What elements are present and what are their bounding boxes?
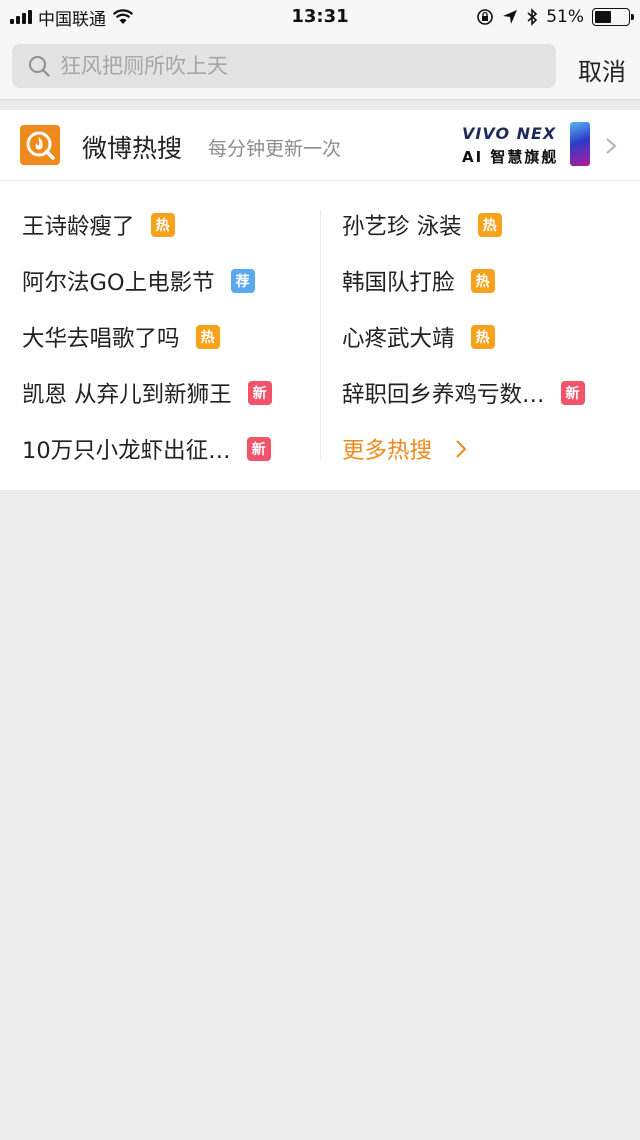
- hot-item-left-5[interactable]: 10万只小龙虾出征… 新: [22, 429, 271, 469]
- hot-search-title: 微博热搜: [82, 134, 183, 163]
- bluetooth-icon: [527, 8, 538, 26]
- hot-badge: 热: [195, 325, 220, 349]
- cancel-button[interactable]: 取消: [578, 52, 626, 87]
- chevron-right-icon: [456, 440, 467, 458]
- hot-item-label: 阿尔法GO上电影节: [22, 270, 215, 296]
- hot-item-right-3[interactable]: 心疼武大靖 热: [342, 317, 495, 357]
- column-divider: [320, 210, 321, 460]
- hot-item-left-1[interactable]: 王诗龄瘦了 热: [22, 205, 175, 245]
- ad-line1: VIVO NEX: [462, 124, 557, 143]
- hot-item-label: 凯恩 从弃儿到新狮王: [22, 382, 232, 408]
- hot-item-right-4[interactable]: 辞职回乡养鸡亏数… 新: [342, 373, 585, 413]
- hot-item-label: 辞职回乡养鸡亏数…: [342, 382, 545, 408]
- search-icon: [29, 56, 50, 77]
- hot-item-left-4[interactable]: 凯恩 从弃儿到新狮王 新: [22, 373, 272, 413]
- status-bar: 中国联通 13:31 51%: [0, 0, 640, 34]
- hot-item-label: 孙艺珍 泳装: [342, 214, 462, 240]
- more-hot-search-link[interactable]: 更多热搜: [342, 429, 468, 469]
- chevron-right-icon[interactable]: [604, 136, 618, 156]
- lock-rotation-icon: [477, 9, 494, 25]
- hot-item-label: 心疼武大靖: [342, 326, 455, 352]
- hot-search-card: 微博热搜 每分钟更新一次 VIVO NEX AI 智慧旗舰 王诗龄瘦了 热 阿尔…: [0, 110, 640, 490]
- recommend-badge: 荐: [230, 269, 255, 293]
- ad-line2: AI 智慧旗舰: [462, 148, 559, 166]
- hot-search-header: 微博热搜 每分钟更新一次 VIVO NEX AI 智慧旗舰: [0, 110, 640, 181]
- hot-item-left-3[interactable]: 大华去唱歌了吗 热: [22, 317, 220, 357]
- hot-badge: 热: [477, 213, 502, 237]
- hot-item-label: 王诗龄瘦了: [22, 214, 135, 240]
- battery-level-fill: [595, 11, 611, 23]
- phone-image: [570, 122, 590, 166]
- hot-item-label: 韩国队打脸: [342, 270, 455, 296]
- search-header: 取消: [0, 34, 640, 100]
- new-badge: 新: [246, 437, 271, 461]
- search-input[interactable]: [60, 54, 520, 78]
- hot-item-left-2[interactable]: 阿尔法GO上电影节 荐: [22, 261, 255, 301]
- more-hot-search-label: 更多热搜: [342, 438, 433, 464]
- hot-search-grid: 王诗龄瘦了 热 阿尔法GO上电影节 荐 大华去唱歌了吗 热 凯恩 从弃儿到新狮王…: [0, 182, 640, 490]
- hot-item-label: 10万只小龙虾出征…: [22, 438, 231, 464]
- hot-badge: 热: [470, 325, 495, 349]
- new-badge: 新: [560, 381, 585, 405]
- new-badge: 新: [247, 381, 272, 405]
- hot-badge: 热: [470, 269, 495, 293]
- hot-item-label: 大华去唱歌了吗: [22, 326, 180, 352]
- hot-item-right-1[interactable]: 孙艺珍 泳装 热: [342, 205, 502, 245]
- hot-item-right-2[interactable]: 韩国队打脸 热: [342, 261, 495, 301]
- status-right: 51%: [476, 6, 634, 28]
- search-box[interactable]: [12, 44, 556, 88]
- battery-percent: 51%: [546, 7, 584, 27]
- empty-content-area: [0, 490, 640, 1140]
- hot-search-logo-icon: [20, 125, 60, 165]
- vivo-nex-ad[interactable]: VIVO NEX AI 智慧旗舰: [462, 122, 592, 170]
- hot-badge: 热: [150, 213, 175, 237]
- hot-search-subtitle: 每分钟更新一次: [208, 138, 342, 160]
- battery-icon: [592, 8, 634, 26]
- location-arrow-icon: [503, 10, 518, 24]
